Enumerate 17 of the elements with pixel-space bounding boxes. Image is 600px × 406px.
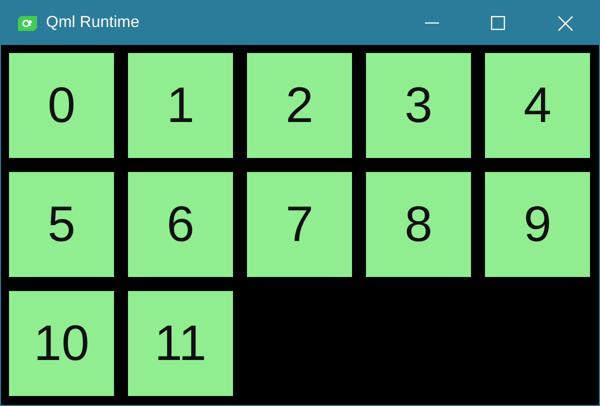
maximize-icon [491,16,505,30]
minimize-icon [425,22,439,24]
number-tile: 3 [366,53,471,158]
number-tile: 7 [247,172,352,277]
number-tile: 4 [485,53,590,158]
number-tile: 6 [128,172,233,277]
number-tile: 10 [9,291,114,396]
number-tile: 2 [247,53,352,158]
number-tile: 11 [128,291,233,396]
app-icon [18,16,37,30]
window-title: Qml Runtime [46,13,140,33]
number-tile: 5 [9,172,114,277]
number-tile: 9 [485,172,590,277]
number-tile: 8 [366,172,471,277]
number-tile: 1 [128,53,233,158]
close-icon [558,16,572,30]
number-tile: 0 [9,53,114,158]
